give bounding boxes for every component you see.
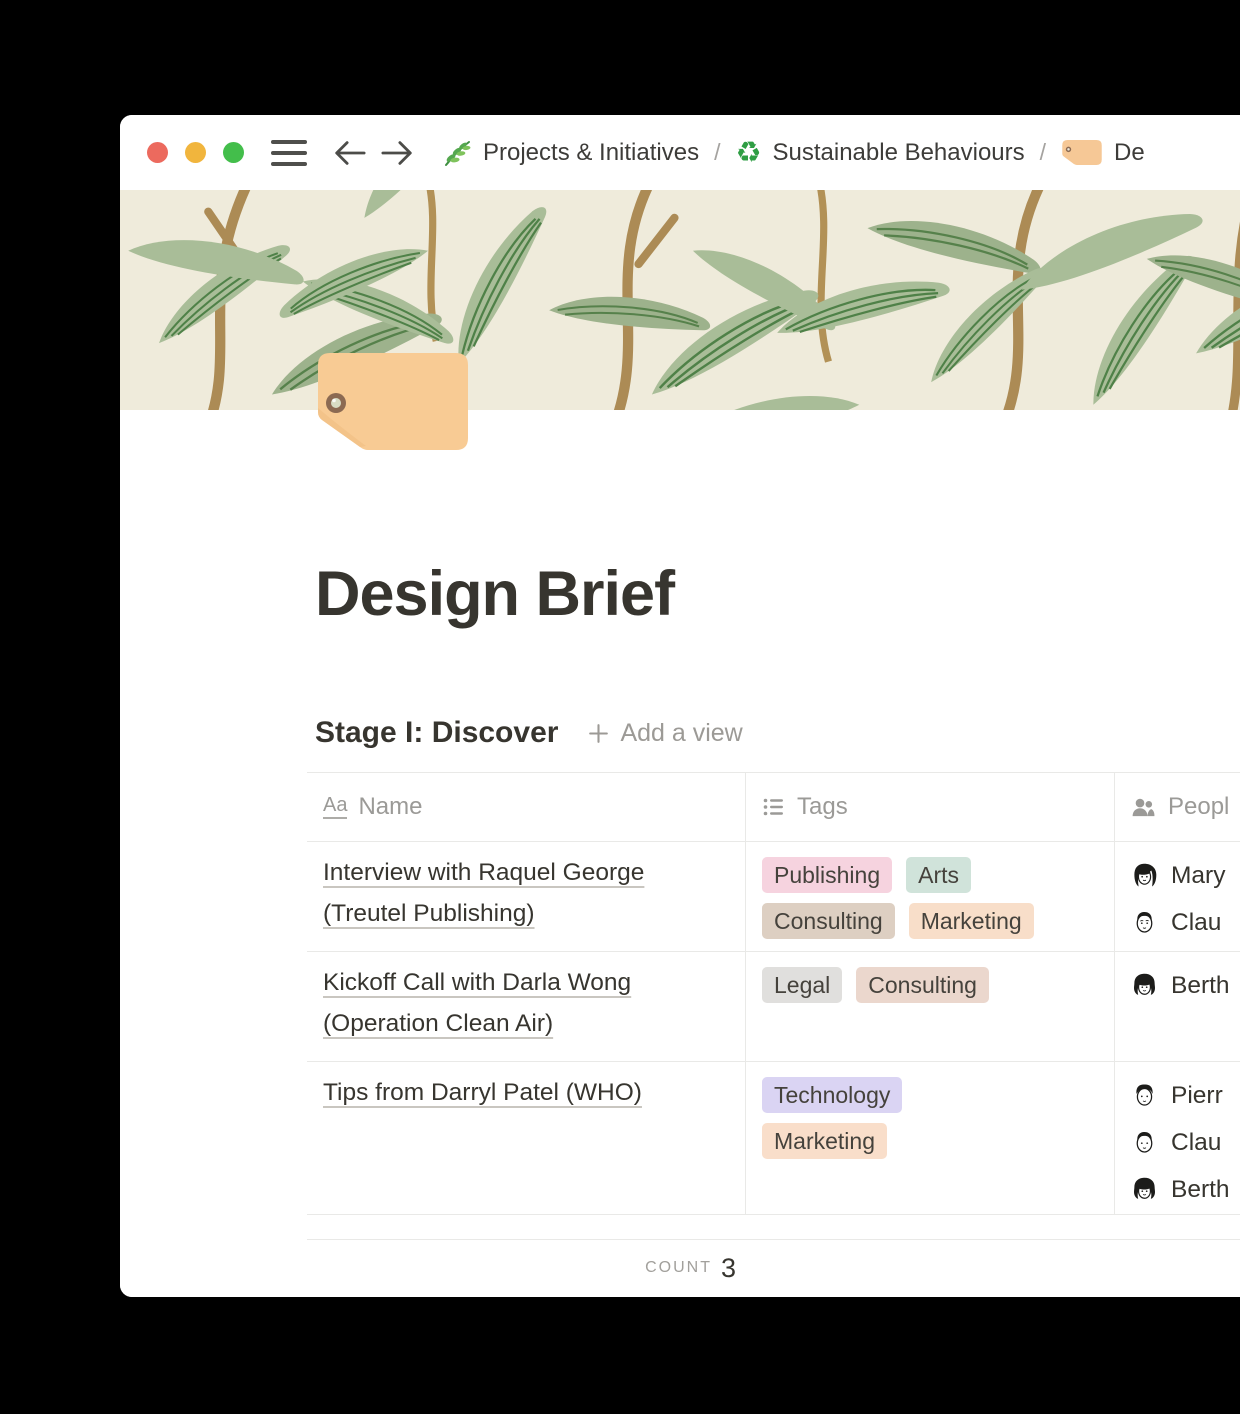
cover-image xyxy=(120,190,1240,410)
sidebar-toggle-icon[interactable] xyxy=(271,140,307,166)
name-cell: Interview with Raquel George (Treutel Pu… xyxy=(307,842,746,951)
count-label: COUNT xyxy=(645,1259,712,1277)
view-tabs-row: Stage I: Discover Add a view xyxy=(315,712,1240,754)
count-calculation[interactable]: COUNT 3 xyxy=(307,1240,746,1297)
tag-chip-line: Consulting Marketing xyxy=(762,903,1098,939)
page-link[interactable]: Kickoff Call with Darla Wong (Operation … xyxy=(323,969,631,1037)
person-item: Pierr xyxy=(1131,1072,1240,1119)
tag-chip: Consulting xyxy=(762,903,895,939)
breadcrumb-item-projects[interactable]: Projects & Initiatives xyxy=(442,138,699,168)
minimize-button[interactable] xyxy=(185,142,206,163)
tag-chip-line: Marketing xyxy=(762,1123,1098,1159)
tags-cell[interactable]: Publishing Arts Consulting Marketing xyxy=(746,842,1115,951)
tags-cell[interactable]: Technology Marketing xyxy=(746,1062,1115,1214)
breadcrumb-separator: / xyxy=(1040,139,1046,166)
person-name: Pierr xyxy=(1171,1082,1223,1110)
tag-chip: Technology xyxy=(762,1077,902,1113)
table-row: Kickoff Call with Darla Wong (Operation … xyxy=(307,952,1240,1062)
willow-pattern-illustration xyxy=(120,190,1240,410)
desktop-background: { "topbar": { "traffic_lights": {"red": … xyxy=(0,0,1240,1414)
title-property-icon: Aa xyxy=(323,795,347,819)
column-header-tags[interactable]: Tags xyxy=(746,773,1115,841)
page-link[interactable]: Interview with Raquel George (Treutel Pu… xyxy=(323,859,644,927)
plus-icon xyxy=(586,721,611,746)
person-name: Clau xyxy=(1171,909,1221,937)
person-name: Berth xyxy=(1171,1176,1230,1204)
woman-bob-avatar xyxy=(1131,862,1158,889)
breadcrumb-item-sustainable[interactable]: ♻ Sustainable Behaviours xyxy=(735,138,1024,167)
herb-icon xyxy=(442,138,472,168)
close-button[interactable] xyxy=(147,142,168,163)
breadcrumb-label: Projects & Initiatives xyxy=(483,139,699,167)
tag-icon xyxy=(1061,139,1103,166)
name-cell: Tips from Darryl Patel (WHO) xyxy=(307,1062,746,1214)
nav-arrows xyxy=(332,138,415,168)
new-row-area xyxy=(307,1215,1240,1240)
column-header-name[interactable]: Aa Name xyxy=(307,773,746,841)
arrow-left-icon xyxy=(332,138,366,168)
tag-chip: Consulting xyxy=(856,967,989,1003)
woman-curly-avatar xyxy=(1131,972,1158,999)
breadcrumb-item-design-brief[interactable]: De xyxy=(1061,139,1145,167)
tab-stage-1-discover[interactable]: Stage I: Discover xyxy=(315,716,558,750)
recycle-icon: ♻ xyxy=(735,138,761,167)
table-row: Tips from Darryl Patel (WHO) Technology … xyxy=(307,1062,1240,1215)
tag-chip-line: Legal Consulting xyxy=(762,967,1098,1003)
zoom-button[interactable] xyxy=(223,142,244,163)
page-link[interactable]: Tips from Darryl Patel (WHO) xyxy=(323,1079,642,1106)
tag-chip: Marketing xyxy=(762,1123,887,1159)
name-cell: Kickoff Call with Darla Wong (Operation … xyxy=(307,952,746,1061)
person-name: Clau xyxy=(1171,1129,1221,1157)
tag-chip-line: Publishing Arts xyxy=(762,857,1098,893)
column-label: Name xyxy=(358,793,422,821)
column-header-people[interactable]: Peopl xyxy=(1115,773,1240,841)
person-item: Berth xyxy=(1131,1166,1240,1213)
breadcrumb: Projects & Initiatives / ♻ Sustainable B… xyxy=(442,138,1145,168)
table-row: Interview with Raquel George (Treutel Pu… xyxy=(307,842,1240,952)
person-item: Mary xyxy=(1131,852,1240,899)
tag-emoji-icon[interactable] xyxy=(318,353,468,451)
breadcrumb-separator: / xyxy=(714,139,720,166)
list-icon xyxy=(762,795,786,819)
man-short-hair-avatar xyxy=(1131,909,1158,936)
tag-chip: Marketing xyxy=(909,903,1034,939)
person-name: Mary xyxy=(1171,862,1225,890)
person-item: Clau xyxy=(1131,899,1240,946)
back-button[interactable] xyxy=(332,138,366,168)
people-cell[interactable]: Pierr Clau xyxy=(1115,1062,1240,1214)
man-dark-hair-avatar xyxy=(1131,1082,1158,1109)
table-footer: COUNT 3 xyxy=(307,1240,1240,1297)
table-header-row: Aa Name Tags Peopl xyxy=(307,772,1240,842)
add-view-label: Add a view xyxy=(620,719,742,748)
person-item: Clau xyxy=(1131,1119,1240,1166)
breadcrumb-label: Sustainable Behaviours xyxy=(772,139,1024,167)
tag-chip: Legal xyxy=(762,967,842,1003)
tag-chip-line: Technology xyxy=(762,1077,1098,1113)
person-item: Berth xyxy=(1131,962,1240,1009)
column-label: Tags xyxy=(797,793,848,821)
forward-button[interactable] xyxy=(381,138,415,168)
app-window: Projects & Initiatives / ♻ Sustainable B… xyxy=(120,115,1240,1297)
add-view-button[interactable]: Add a view xyxy=(586,719,742,748)
person-name: Berth xyxy=(1171,972,1230,1000)
count-value: 3 xyxy=(721,1253,736,1284)
column-label: Peopl xyxy=(1168,793,1229,821)
database-table: Aa Name Tags Peopl Interview with Raquel… xyxy=(307,772,1240,1297)
people-cell[interactable]: Mary Clau xyxy=(1115,842,1240,951)
tags-cell[interactable]: Legal Consulting xyxy=(746,952,1115,1061)
tag-chip: Publishing xyxy=(762,857,892,893)
people-cell[interactable]: Berth xyxy=(1115,952,1240,1061)
people-icon xyxy=(1131,796,1157,819)
breadcrumb-label: De xyxy=(1114,139,1145,167)
man-short-hair-avatar xyxy=(1131,1129,1158,1156)
tag-chip: Arts xyxy=(906,857,971,893)
page-content: Design Brief Stage I: Discover Add a vie… xyxy=(120,410,1240,1297)
arrow-right-icon xyxy=(381,138,415,168)
woman-curly-avatar xyxy=(1131,1176,1158,1203)
window-top-bar: Projects & Initiatives / ♻ Sustainable B… xyxy=(120,115,1240,190)
traffic-lights xyxy=(147,142,244,163)
